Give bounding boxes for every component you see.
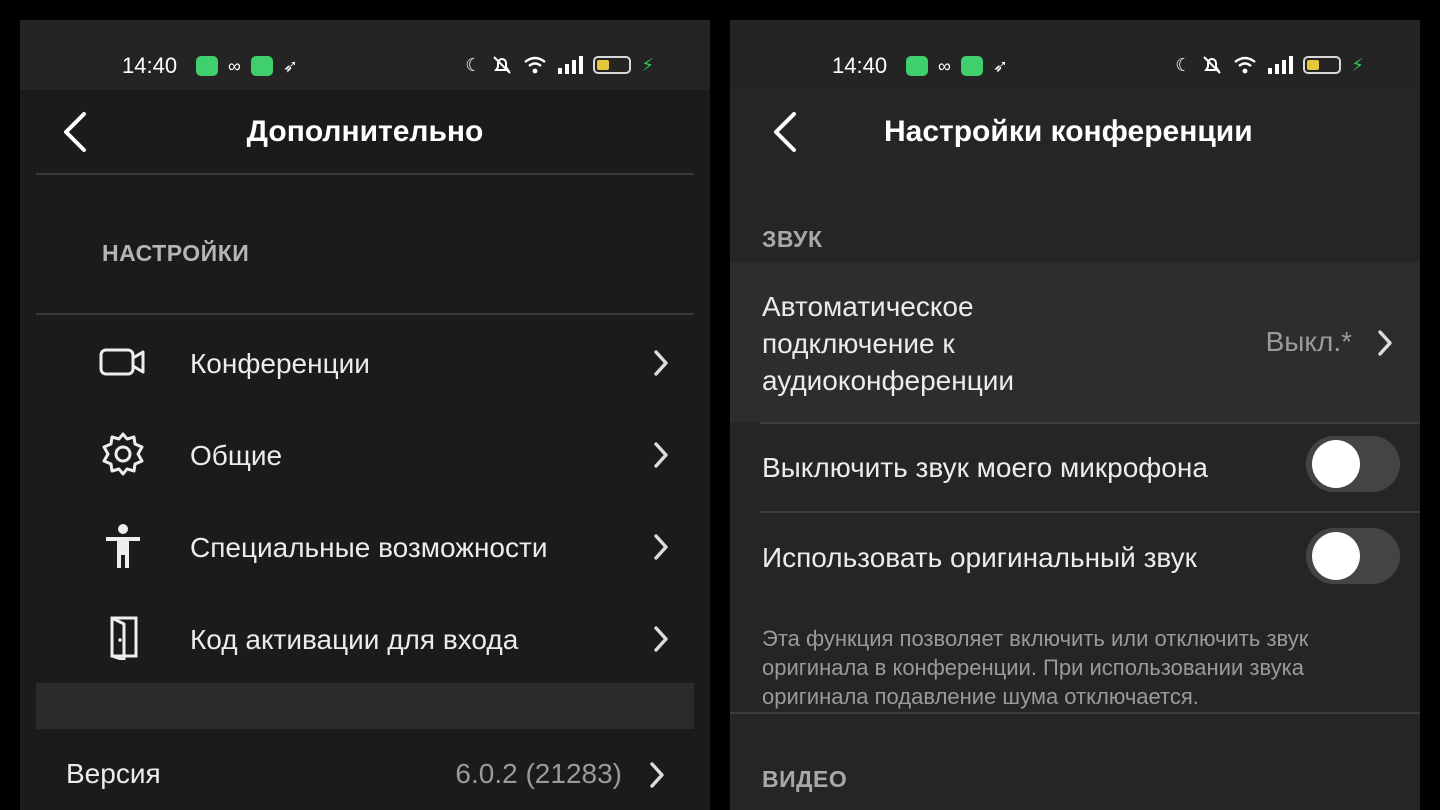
chevron-right-icon — [1378, 330, 1392, 356]
signal-icon — [558, 56, 584, 74]
section-divider — [36, 313, 694, 315]
menu-item-activation-code[interactable]: Код активации для входа — [90, 598, 670, 678]
signal-icon — [1268, 56, 1294, 74]
battery-icon — [1303, 56, 1342, 74]
gear-icon — [102, 432, 144, 476]
version-label: Версия — [66, 758, 161, 789]
status-bar: 14:40 ∞ ➶ ☾ ⚡ — [20, 20, 710, 90]
charging-icon: ⚡ — [641, 55, 654, 75]
chevron-right-icon — [654, 350, 668, 376]
menu-item-conferences[interactable]: Конференции — [90, 322, 670, 402]
chevron-right-icon — [654, 442, 668, 468]
row-divider — [760, 511, 1420, 513]
menu-label: Конференции — [190, 348, 370, 379]
section-header-video: ВИДЕО — [762, 766, 848, 792]
version-row[interactable]: Версия 6.0.2 (21283) — [66, 748, 666, 808]
status-bar: 14:40 ∞ ➶ ☾ ⚡ — [730, 20, 1420, 90]
battery-icon — [593, 56, 632, 74]
back-arrow-icon[interactable] — [770, 110, 800, 154]
mute-mic-toggle[interactable] — [1306, 436, 1400, 492]
door-icon — [110, 616, 138, 660]
original-sound-toggle[interactable] — [1306, 528, 1400, 584]
menu-item-general[interactable]: Общие — [90, 414, 670, 494]
version-value: 6.0.2 (21283) — [455, 758, 622, 789]
toggle-knob — [1312, 440, 1360, 488]
chevron-right-icon — [654, 534, 668, 560]
header-divider — [36, 173, 694, 175]
menu-label: Специальные возможности — [190, 532, 548, 563]
section-spacer — [36, 683, 694, 729]
auto-connect-label: Автоматическое подключение к аудиоконфер… — [762, 288, 1014, 399]
row-divider — [760, 422, 1420, 424]
chevron-right-icon — [650, 762, 664, 788]
menu-item-accessibility[interactable]: Специальные возможности — [90, 506, 670, 586]
auto-connect-value: Выкл.* — [1265, 326, 1352, 357]
chevron-right-icon — [654, 626, 668, 652]
toggle-knob — [1312, 532, 1360, 580]
mail-app-icon — [250, 56, 273, 76]
mail-app-icon — [960, 56, 983, 76]
section-header-settings: НАСТРОЙКИ — [102, 240, 250, 266]
page-title: Дополнительно — [246, 115, 484, 148]
mute-mic-label: Выключить звук моего микрофона — [762, 452, 1208, 483]
original-sound-description: Эта функция позволяет включить или отклю… — [762, 626, 1309, 709]
moon-icon: ☾ — [1175, 55, 1192, 75]
label-line: Автоматическое — [762, 291, 974, 322]
accessibility-icon — [106, 524, 140, 568]
wifi-icon — [1234, 56, 1257, 74]
muted-bell-icon — [1203, 56, 1222, 74]
page-title: Настройки конференции — [884, 115, 1253, 148]
label-line: подключение к — [762, 328, 955, 359]
original-sound-label: Использовать оригинальный звук — [762, 542, 1197, 573]
charging-icon: ⚡ — [1351, 55, 1364, 75]
menu-label: Общие — [190, 440, 283, 471]
menu-label: Код активации для входа — [190, 624, 519, 655]
moon-icon: ☾ — [465, 55, 482, 75]
auto-connect-audio-row[interactable]: Автоматическое подключение к аудиоконфер… — [730, 262, 1420, 422]
status-time: 14:40 — [122, 53, 178, 78]
phone-screen-additional: 14:40 ∞ ➶ ☾ ⚡ Дополнительно НАСТРОЙКИ Ко… — [20, 20, 710, 810]
bird-icon: ➶ — [282, 56, 298, 76]
video-camera-icon — [99, 348, 145, 376]
link-icon: ∞ — [938, 56, 951, 76]
chat-app-icon — [196, 56, 218, 76]
chat-app-icon — [906, 56, 928, 76]
label-line: аудиоконференции — [762, 365, 1015, 396]
bird-icon: ➶ — [992, 56, 1008, 76]
wifi-icon — [524, 56, 547, 74]
section-header-sound: ЗВУК — [762, 226, 823, 252]
status-time: 14:40 — [832, 53, 888, 78]
phone-screen-conference-settings: 14:40 ∞ ➶ ☾ ⚡ Настройки конференции ЗВУК… — [730, 20, 1420, 810]
section-divider — [730, 712, 1420, 714]
link-icon: ∞ — [228, 56, 241, 76]
muted-bell-icon — [493, 56, 512, 74]
